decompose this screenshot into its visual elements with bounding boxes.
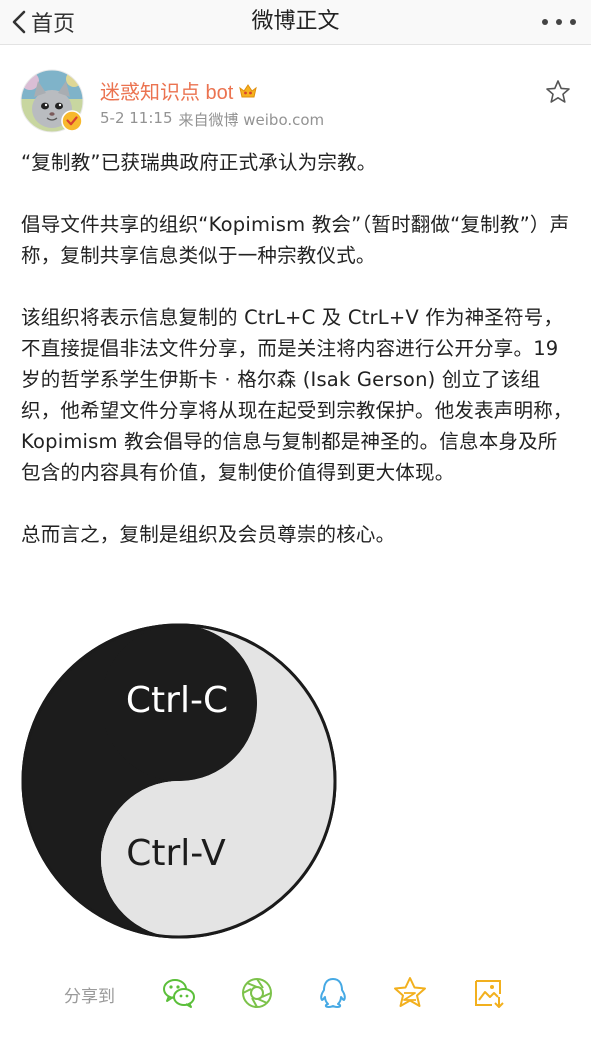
post-content: “复制教”已获瑞典政府正式承认为宗教。 倡导文件共享的组织“Kopimism 教… (21, 147, 573, 581)
back-button[interactable]: 首页 (10, 0, 75, 44)
avatar[interactable] (20, 69, 84, 133)
chevron-left-icon (12, 10, 26, 34)
author-name-row[interactable]: 迷惑知识点 bot (100, 76, 258, 105)
yinyang-top-label: Ctrl-C (126, 680, 228, 721)
post-paragraph: “复制教”已获瑞典政府正式承认为宗教。 (21, 151, 377, 174)
verified-badge-icon (61, 110, 83, 132)
save-image-icon[interactable] (470, 974, 508, 1012)
moments-icon[interactable] (238, 974, 276, 1012)
post-paragraph: 该组织将表示信息复制的 CtrL+C 及 CtrL+V 作为神圣符号，不直接提倡… (21, 306, 573, 484)
yinyang-bottom-label: Ctrl-V (126, 833, 226, 874)
page-title: 微博正文 (251, 9, 340, 34)
post-meta: 5-2 11:15 来自微博 weibo.com (100, 109, 324, 130)
more-menu-button[interactable] (541, 0, 577, 44)
post-paragraph: 倡导文件共享的组织“Kopimism 教会”（暂时翻做“复制教”）声称，复制共享… (21, 213, 570, 267)
qzone-icon[interactable] (391, 974, 429, 1012)
share-label: 分享到 (64, 987, 115, 1007)
post-image-yinyang[interactable]: Ctrl-C Ctrl-V (19, 620, 339, 942)
post-source: 来自微博 weibo.com (178, 111, 325, 129)
favorite-star-icon[interactable] (545, 79, 571, 105)
wechat-icon[interactable] (160, 974, 198, 1012)
back-label: 首页 (31, 12, 76, 37)
share-bar: 分享到 (0, 964, 591, 1024)
top-nav-bar: 首页 微博正文 (0, 0, 591, 45)
yinyang-symbol-icon (21, 623, 337, 939)
post-time: 5-2 11:15 (100, 109, 173, 127)
qq-icon[interactable] (314, 974, 352, 1012)
post-paragraph: 总而言之，复制是组织及会员尊崇的核心。 (21, 523, 396, 546)
more-dots-icon (542, 19, 576, 25)
author-name[interactable]: 迷惑知识点 bot (100, 76, 233, 105)
member-crown-icon (239, 83, 258, 97)
